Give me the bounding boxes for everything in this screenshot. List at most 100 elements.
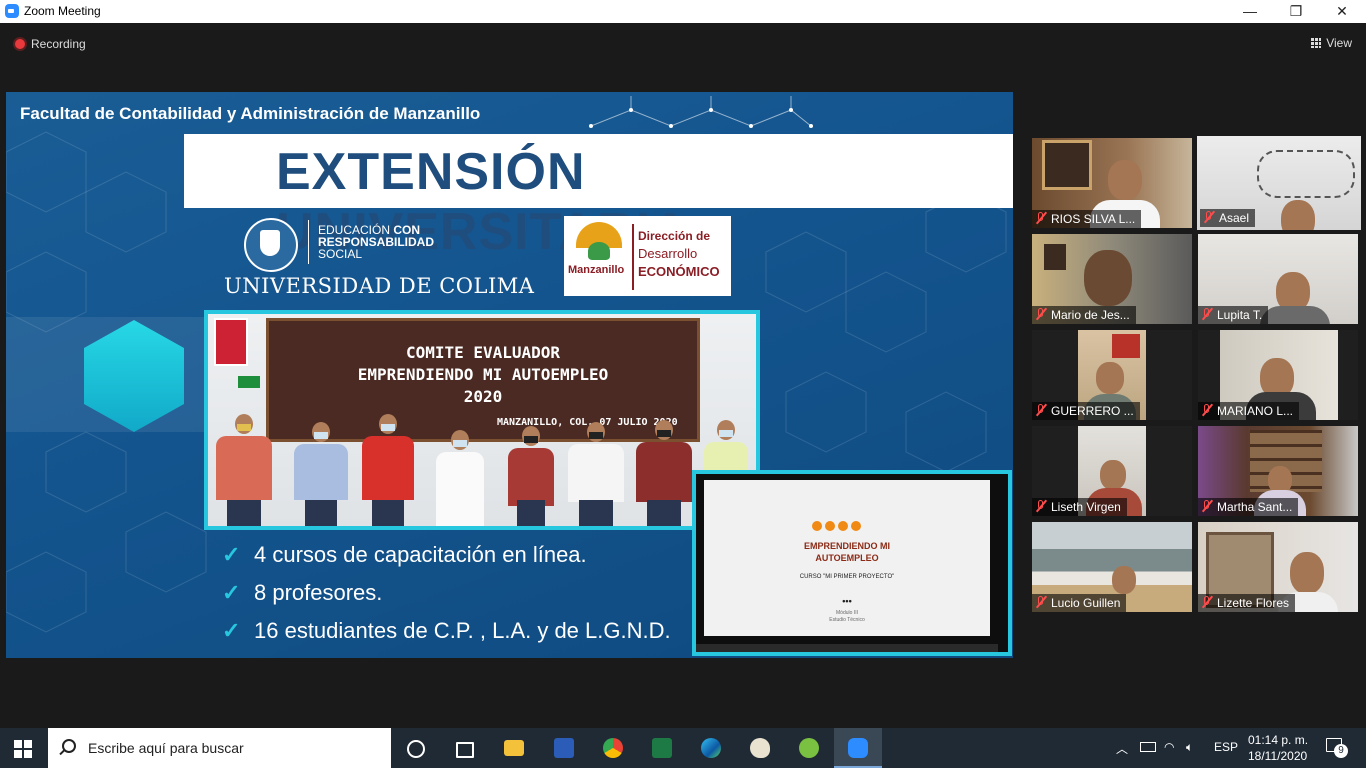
minimize-button[interactable]: —	[1227, 0, 1273, 23]
recording-label: Recording	[31, 37, 86, 51]
direccion-text: Dirección de Desarrollo ECONÓMICO	[638, 228, 720, 281]
participant-name: Lucio Guillen	[1032, 594, 1127, 612]
inner-slide-title: EMPRENDIENDO MI AUTOEMPLEO	[704, 540, 990, 564]
ucol-shield-icon	[214, 318, 248, 366]
bullet-text: 8 profesores.	[254, 580, 383, 605]
view-button[interactable]: View	[1311, 36, 1352, 50]
edge-button[interactable]	[687, 728, 735, 768]
task-view-button[interactable]	[440, 728, 488, 768]
paint-button[interactable]	[736, 728, 784, 768]
grid-view-icon	[1311, 38, 1322, 48]
participant-tile[interactable]: Lucio Guillen	[1032, 522, 1192, 612]
app-button[interactable]	[785, 728, 833, 768]
battery-icon[interactable]	[1140, 742, 1156, 752]
cortana-circle-icon	[407, 740, 425, 758]
volume-icon[interactable]: 🔈︎	[1186, 740, 1193, 755]
participant-name-text: Lupita T.	[1217, 308, 1263, 322]
participant-tile[interactable]: GUERRERO ...	[1032, 330, 1192, 420]
tray-chevron-icon[interactable]: ︿	[1116, 740, 1128, 757]
ucol-logo: EDUCACIÓN CON RESPONSABILIDAD SOCIAL UNI…	[224, 216, 534, 300]
participant-tile[interactable]: Lizette Flores	[1198, 522, 1358, 612]
search-placeholder: Escribe aquí para buscar	[88, 740, 244, 756]
windows-taskbar: Escribe aquí para buscar ︿ ◠ 🔈︎ ESP 01:1…	[0, 728, 1366, 768]
ucol-seal-icon	[244, 218, 298, 272]
participant-tile[interactable]: Mario de Jes...	[1032, 234, 1192, 324]
folder-icon	[504, 740, 524, 756]
faculty-heading: Facultad de Contabilidad y Administració…	[20, 104, 481, 123]
inner-slide-page: EMPRENDIENDO MI AUTOEMPLEO CURSO "MI PRIM…	[704, 480, 990, 636]
cortana-button[interactable]	[392, 728, 440, 768]
mic-muted-icon	[1035, 308, 1047, 321]
board-line-1: COMITE EVALUADOR	[405, 343, 561, 362]
shared-screen-slide: Facultad de Contabilidad y Administració…	[6, 92, 1013, 658]
bullet-item: ✓ 16 estudiantes de C.P. , L.A. y de L.G.…	[222, 612, 671, 650]
participant-name: GUERRERO ...	[1032, 402, 1140, 420]
person	[294, 422, 348, 526]
inner-title-2: AUTOEMPLEO	[815, 553, 879, 563]
green-app-icon	[799, 738, 819, 758]
mic-muted-icon	[1035, 500, 1047, 513]
wifi-icon[interactable]: ◠	[1164, 740, 1174, 754]
window-title: Zoom Meeting	[24, 4, 101, 18]
participant-name-text: RIOS SILVA L...	[1051, 212, 1136, 226]
participant-tile[interactable]: Liseth Virgen	[1032, 426, 1192, 516]
participant-name: Asael	[1200, 209, 1256, 227]
inner-slide-screenshot: EMPRENDIENDO MI AUTOEMPLEO CURSO "MI PRIM…	[692, 470, 1012, 656]
recording-indicator[interactable]: Recording	[13, 37, 86, 51]
inner-slide-module: Módulo III Estudio Técnico	[704, 610, 990, 624]
participant-name-text: MARIANO L...	[1217, 404, 1294, 418]
search-icon	[62, 739, 76, 753]
zoom-app-icon	[5, 4, 19, 18]
language-indicator[interactable]: ESP	[1214, 740, 1238, 754]
maximize-button[interactable]: ❐	[1273, 0, 1319, 23]
participant-name: Martha Sant...	[1198, 498, 1299, 516]
participant-name: Mario de Jes...	[1032, 306, 1136, 324]
participant-tile[interactable]: MARIANO L...	[1198, 330, 1358, 420]
dir-line-1: Dirección de	[638, 229, 711, 243]
participant-tile[interactable]: Lupita T.	[1198, 234, 1358, 324]
mic-muted-icon	[1035, 596, 1047, 609]
palm-icon	[588, 242, 610, 260]
file-explorer-button[interactable]	[490, 728, 538, 768]
participant-name: RIOS SILVA L...	[1032, 210, 1142, 228]
board-line-3: 2020	[463, 387, 503, 406]
mic-muted-icon	[1203, 211, 1215, 224]
word-button[interactable]	[540, 728, 588, 768]
taskbar-search-box[interactable]: Escribe aquí para buscar	[48, 728, 391, 768]
window-titlebar: Zoom Meeting — ❐ ✕	[0, 0, 1366, 23]
zoom-taskbar-button[interactable]	[834, 728, 882, 768]
committee-photo: COMITE EVALUADOR EMPRENDIENDO MI AUTOEMP…	[204, 310, 760, 530]
inner-title-1: EMPRENDIENDO MI	[803, 541, 890, 551]
manzanillo-city: Manzanillo	[568, 264, 625, 276]
participant-name: Lupita T.	[1198, 306, 1269, 324]
ucol-name: UNIVERSIDAD DE COLIMA	[224, 274, 535, 298]
excel-button[interactable]	[638, 728, 686, 768]
zoom-icon	[848, 738, 868, 758]
close-button[interactable]: ✕	[1319, 0, 1365, 23]
inner-slide-course: CURSO "MI PRIMER PROYECTO"	[799, 574, 895, 580]
tagline-line-3: SOCIAL	[318, 247, 363, 261]
bullet-text: 4 cursos de capacitación en línea.	[254, 542, 587, 567]
edge-icon	[701, 738, 721, 758]
inner-taskbar-strip	[696, 644, 998, 652]
participant-tile-active[interactable]: Asael	[1197, 136, 1361, 230]
notification-center-button[interactable]: 9	[1326, 738, 1348, 758]
ucol-tagline: EDUCACIÓN CON RESPONSABILIDAD SOCIAL	[318, 224, 434, 260]
recording-dot-icon	[13, 37, 27, 51]
participant-name-text: Liseth Virgen	[1051, 500, 1121, 514]
module-label: Módulo III	[836, 610, 858, 616]
participant-tile[interactable]: RIOS SILVA L...	[1032, 138, 1192, 228]
participant-name-text: GUERRERO ...	[1051, 404, 1134, 418]
logo-bar	[632, 224, 634, 290]
participant-name: MARIANO L...	[1198, 402, 1300, 420]
task-view-icon	[456, 742, 474, 758]
windows-start-icon[interactable]	[14, 740, 32, 758]
person	[568, 422, 624, 526]
dir-line-3: ECONÓMICO	[638, 264, 720, 279]
title-banner: EXTENSIÓN UNIVERSITARIA	[184, 134, 1013, 261]
participant-tile[interactable]: Martha Sant...	[1198, 426, 1358, 516]
meeting-topbar: Recording View	[0, 23, 1366, 63]
orange-dots	[812, 518, 864, 536]
taskbar-clock[interactable]: 01:14 p. m. 18/11/2020	[1248, 732, 1308, 764]
chrome-button[interactable]	[589, 728, 637, 768]
